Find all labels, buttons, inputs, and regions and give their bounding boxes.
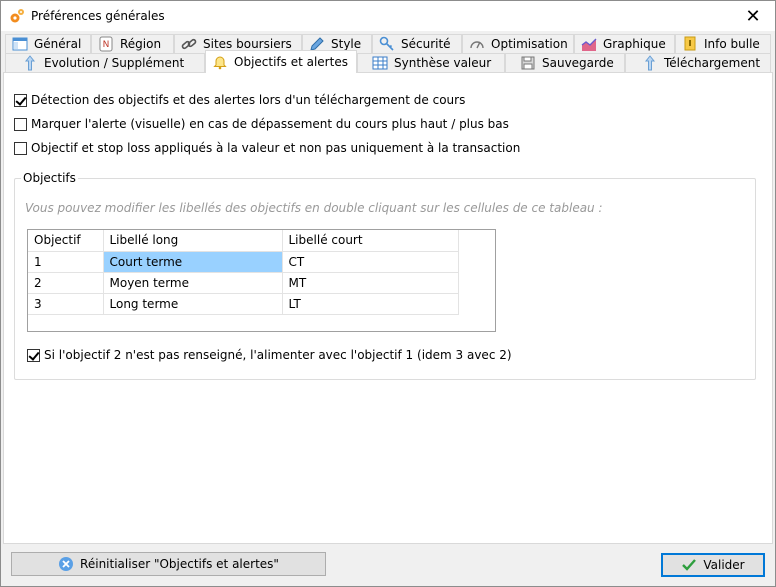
note-icon — [684, 36, 696, 51]
libelle-long-cell[interactable]: Moyen terme — [102, 271, 283, 294]
title-bar: Préférences générales ✕ — [1, 1, 775, 31]
libelle-court-cell[interactable]: LT — [281, 292, 459, 315]
visual-alert-checkbox[interactable] — [14, 117, 27, 131]
tab-evolution-supplement[interactable]: Evolution / Supplément — [5, 53, 205, 72]
arrow-up-icon — [644, 55, 656, 71]
tab-synthese-valeur[interactable]: Synthèse valeur — [357, 53, 505, 72]
objectifs-hint: Vous pouvez modifier les libellés des ob… — [25, 201, 603, 215]
column-header-libelle-court[interactable]: Libellé court — [281, 230, 459, 252]
tab-securite[interactable]: Sécurité — [372, 34, 462, 53]
objectif-number-cell[interactable]: 3 — [28, 292, 104, 315]
arrow-up-icon — [24, 55, 36, 71]
feed-objective-checkbox[interactable] — [27, 348, 40, 362]
column-header-libelle-long[interactable]: Libellé long — [102, 230, 283, 252]
reset-icon — [59, 557, 74, 571]
svg-text:N: N — [103, 40, 110, 50]
reset-button[interactable]: Réinitialiser "Objectifs et alertes" — [11, 552, 326, 576]
tab-objectifs-alertes-label: Objectifs et alertes — [234, 55, 348, 69]
close-icon: ✕ — [745, 5, 761, 27]
check-icon — [682, 559, 697, 571]
gears-icon — [10, 9, 24, 23]
tab-sauvegarde-label: Sauvegarde — [542, 56, 614, 70]
tab-general-label: Général — [34, 37, 82, 51]
objectifs-group-title: Objectifs — [21, 171, 78, 185]
tab-optimisation-label: Optimisation — [491, 37, 568, 51]
tab-region-label: Région — [120, 37, 162, 51]
gauge-icon — [470, 41, 484, 49]
stoploss-checkbox[interactable] — [14, 141, 27, 155]
bell-icon — [213, 56, 227, 70]
tab-general[interactable]: Général — [5, 34, 91, 53]
preferences-window: Préférences générales ✕ Général N Région… — [0, 0, 776, 587]
table-row[interactable]: 1 Court terme CT — [28, 250, 459, 273]
tab-sauvegarde[interactable]: Sauvegarde — [505, 53, 625, 72]
close-button[interactable]: ✕ — [731, 1, 775, 31]
tab-securite-label: Sécurité — [401, 37, 451, 51]
objectif-number-cell[interactable]: 1 — [28, 250, 104, 273]
link-icon — [181, 38, 197, 50]
objectifs-table[interactable]: Objectif Libellé long Libellé court 1 Co… — [27, 229, 496, 332]
libelle-court-cell[interactable]: CT — [281, 250, 459, 273]
table-icon — [372, 56, 388, 70]
detect-label: Détection des objectifs et des alertes l… — [31, 93, 466, 107]
validate-button-label: Valider — [703, 558, 745, 572]
window-icon — [12, 37, 28, 51]
tab-synthese-valeur-label: Synthèse valeur — [394, 56, 492, 70]
feed-objective-label: Si l'objectif 2 n'est pas renseigné, l'a… — [44, 348, 512, 362]
tab-objectifs-alertes[interactable]: Objectifs et alertes — [205, 50, 357, 73]
tab-telechargement[interactable]: Téléchargement — [625, 53, 771, 72]
tab-graphique[interactable]: Graphique — [574, 34, 675, 53]
tab-panel-objectifs-alertes: Détection des objectifs et des alertes l… — [3, 72, 773, 544]
column-header-objectif[interactable]: Objectif — [28, 230, 104, 252]
stoploss-option[interactable]: Objectif et stop loss appliqués à la val… — [14, 141, 520, 155]
key-icon — [379, 36, 394, 51]
feed-objective-option[interactable]: Si l'objectif 2 n'est pas renseigné, l'a… — [27, 348, 512, 362]
tab-info-bulle[interactable]: Info bulle — [675, 34, 771, 53]
table-header-row: Objectif Libellé long Libellé court — [28, 230, 459, 252]
validate-button[interactable]: Valider — [661, 553, 765, 577]
disk-icon — [521, 56, 535, 70]
region-icon: N — [99, 36, 113, 52]
tab-optimisation[interactable]: Optimisation — [462, 34, 574, 53]
detect-option[interactable]: Détection des objectifs et des alertes l… — [14, 93, 465, 107]
visual-alert-label: Marquer l'alerte (visuelle) en cas de dé… — [31, 117, 509, 131]
objectif-number-cell[interactable]: 2 — [28, 271, 104, 294]
visual-alert-option[interactable]: Marquer l'alerte (visuelle) en cas de dé… — [14, 117, 509, 131]
detect-checkbox[interactable] — [14, 93, 27, 107]
tab-sites-boursiers-label: Sites boursiers — [203, 37, 292, 51]
stoploss-label: Objectif et stop loss appliqués à la val… — [31, 141, 521, 155]
libelle-court-cell[interactable]: MT — [281, 271, 459, 294]
tab-evolution-supplement-label: Evolution / Supplément — [44, 56, 185, 70]
tab-graphique-label: Graphique — [603, 37, 666, 51]
tab-region[interactable]: N Région — [91, 34, 174, 53]
objectifs-group: Objectifs Vous pouvez modifier les libel… — [14, 171, 756, 380]
tab-telechargement-label: Téléchargement — [664, 56, 761, 70]
tab-style-label: Style — [331, 37, 362, 51]
table-row[interactable]: 2 Moyen terme MT — [28, 271, 459, 294]
tab-info-bulle-label: Info bulle — [704, 37, 760, 51]
table-row[interactable]: 3 Long terme LT — [28, 292, 459, 315]
chart-icon — [581, 38, 597, 51]
libelle-long-cell[interactable]: Long terme — [102, 292, 283, 315]
window-title: Préférences générales — [31, 9, 165, 23]
libelle-long-cell[interactable]: Court terme — [102, 250, 283, 273]
reset-button-label: Réinitialiser "Objectifs et alertes" — [80, 557, 279, 571]
